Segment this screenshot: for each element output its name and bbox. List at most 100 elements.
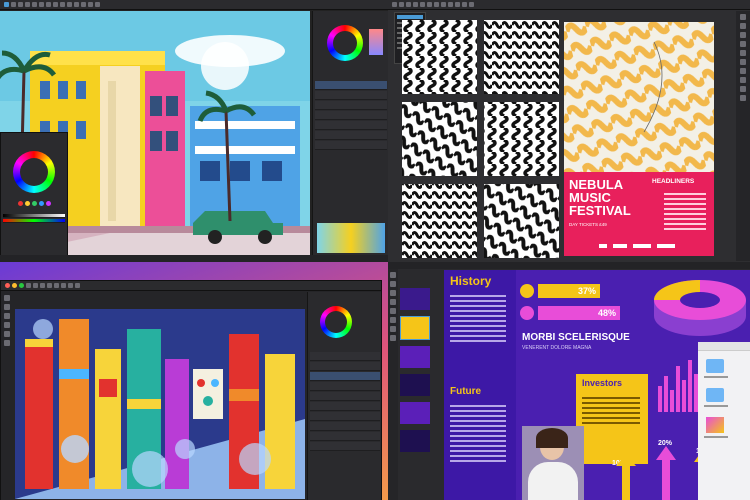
tool-icon[interactable] bbox=[390, 308, 396, 314]
tool-icon[interactable] bbox=[4, 313, 10, 319]
tool-icon[interactable] bbox=[68, 283, 73, 288]
tool-icon[interactable] bbox=[4, 340, 10, 346]
tool-icon[interactable] bbox=[434, 2, 439, 7]
layer-row[interactable] bbox=[310, 432, 380, 441]
tool-icon[interactable] bbox=[740, 23, 746, 29]
layer-row[interactable] bbox=[315, 91, 387, 100]
tool-icon[interactable] bbox=[390, 272, 396, 278]
tool-icon[interactable] bbox=[740, 41, 746, 47]
isometric-toolbar bbox=[1, 281, 381, 291]
tool-icon[interactable] bbox=[53, 2, 58, 7]
color-wheel-icon[interactable] bbox=[13, 151, 55, 193]
file-thumbnail[interactable] bbox=[706, 417, 724, 433]
designer-right-panel bbox=[312, 11, 388, 255]
finder-folder-icon[interactable] bbox=[706, 388, 724, 402]
tool-icon[interactable] bbox=[4, 331, 10, 337]
tool-icon[interactable] bbox=[88, 2, 93, 7]
navigator-thumbnail[interactable] bbox=[317, 223, 385, 253]
tool-icon[interactable] bbox=[455, 2, 460, 7]
layer-row[interactable] bbox=[310, 412, 380, 421]
page-thumbnail[interactable] bbox=[400, 346, 430, 368]
tool-icon[interactable] bbox=[25, 2, 30, 7]
tool-icon[interactable] bbox=[427, 2, 432, 7]
tool-icon[interactable] bbox=[26, 283, 31, 288]
layer-row[interactable] bbox=[310, 352, 380, 361]
wave-pattern-grid[interactable] bbox=[402, 20, 562, 260]
tool-icon[interactable] bbox=[67, 2, 72, 7]
tool-icon[interactable] bbox=[448, 2, 453, 7]
tool-icon[interactable] bbox=[441, 2, 446, 7]
slider[interactable] bbox=[3, 219, 65, 223]
tool-icon[interactable] bbox=[740, 95, 746, 101]
tool-icon[interactable] bbox=[469, 2, 474, 7]
page-thumbnail[interactable] bbox=[400, 288, 430, 310]
tool-icon[interactable] bbox=[390, 317, 396, 323]
spread-left-page[interactable]: History Future bbox=[444, 270, 516, 500]
tool-icon[interactable] bbox=[392, 2, 397, 7]
layer-row[interactable] bbox=[315, 81, 387, 90]
tool-icon[interactable] bbox=[54, 283, 59, 288]
layer-row[interactable] bbox=[310, 362, 380, 371]
tool-icon[interactable] bbox=[390, 326, 396, 332]
page-thumbnail[interactable] bbox=[400, 402, 430, 424]
tool-icon[interactable] bbox=[75, 283, 80, 288]
tool-icon[interactable] bbox=[740, 77, 746, 83]
tool-icon[interactable] bbox=[11, 2, 16, 7]
finder-window[interactable] bbox=[698, 342, 750, 500]
tool-icon[interactable] bbox=[390, 281, 396, 287]
tool-icon[interactable] bbox=[46, 2, 51, 7]
tool-icon[interactable] bbox=[81, 2, 86, 7]
layer-row[interactable] bbox=[315, 121, 387, 130]
finder-folder-icon[interactable] bbox=[706, 359, 724, 373]
page-thumbnail[interactable] bbox=[400, 316, 430, 340]
tool-icon[interactable] bbox=[740, 32, 746, 38]
layer-row[interactable] bbox=[315, 131, 387, 140]
page-thumbnail[interactable] bbox=[400, 374, 430, 396]
tool-icon[interactable] bbox=[390, 299, 396, 305]
tool-icon[interactable] bbox=[33, 283, 38, 288]
tool-icon[interactable] bbox=[740, 68, 746, 74]
tool-icon[interactable] bbox=[740, 14, 746, 20]
layer-row[interactable] bbox=[310, 392, 380, 401]
festival-poster[interactable]: NEBULA MUSIC FESTIVAL HEADLINERS DAY TIC… bbox=[564, 22, 714, 256]
tool-icon[interactable] bbox=[390, 290, 396, 296]
layer-row[interactable] bbox=[310, 372, 380, 381]
tool-icon[interactable] bbox=[390, 335, 396, 341]
layer-row[interactable] bbox=[310, 382, 380, 391]
sponsor-logos bbox=[599, 244, 675, 248]
designer-status-bar bbox=[0, 255, 388, 262]
tool-icon[interactable] bbox=[4, 2, 9, 7]
tool-icon[interactable] bbox=[39, 2, 44, 7]
tool-icon[interactable] bbox=[47, 283, 52, 288]
tool-icon[interactable] bbox=[60, 2, 65, 7]
tool-icon[interactable] bbox=[740, 50, 746, 56]
tool-icon[interactable] bbox=[420, 2, 425, 7]
tool-icon[interactable] bbox=[406, 2, 411, 7]
tool-icon[interactable] bbox=[4, 304, 10, 310]
layer-row[interactable] bbox=[315, 141, 387, 150]
isometric-illustration[interactable] bbox=[15, 309, 305, 499]
tool-icon[interactable] bbox=[74, 2, 79, 7]
tool-icon[interactable] bbox=[399, 2, 404, 7]
layer-row[interactable] bbox=[310, 402, 380, 411]
layer-row[interactable] bbox=[310, 442, 380, 451]
color-panel bbox=[0, 132, 68, 256]
layer-row[interactable] bbox=[315, 101, 387, 110]
tool-icon[interactable] bbox=[40, 283, 45, 288]
tool-icon[interactable] bbox=[18, 2, 23, 7]
tool-icon[interactable] bbox=[462, 2, 467, 7]
color-wheel-icon[interactable] bbox=[327, 25, 363, 61]
slider[interactable] bbox=[3, 214, 65, 218]
color-wheel-icon[interactable] bbox=[320, 306, 352, 338]
layer-row[interactable] bbox=[310, 422, 380, 431]
tool-icon[interactable] bbox=[95, 2, 100, 7]
tool-icon[interactable] bbox=[740, 59, 746, 65]
tool-icon[interactable] bbox=[4, 295, 10, 301]
tool-icon[interactable] bbox=[61, 283, 66, 288]
layer-row[interactable] bbox=[315, 111, 387, 120]
tool-icon[interactable] bbox=[740, 86, 746, 92]
tool-icon[interactable] bbox=[413, 2, 418, 7]
tool-icon[interactable] bbox=[4, 322, 10, 328]
tool-icon[interactable] bbox=[32, 2, 37, 7]
page-thumbnail[interactable] bbox=[400, 430, 430, 452]
